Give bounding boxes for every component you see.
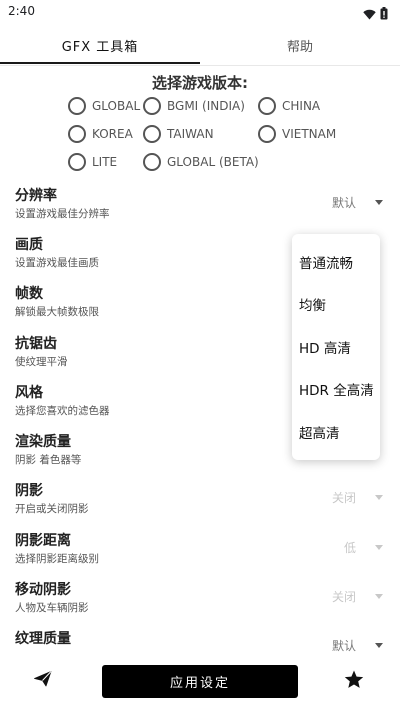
setting-desc: 人物及车辆阴影: [15, 602, 89, 614]
radio-label: CHINA: [282, 99, 321, 113]
radio-korea[interactable]: KOREA: [68, 123, 133, 145]
radio-circle: [68, 153, 86, 171]
setting-desc: 选择您喜欢的滤色器: [15, 405, 110, 417]
setting-value: 默认: [331, 639, 356, 653]
radio-label: KOREA: [92, 127, 133, 141]
status-time: 2:40: [8, 4, 35, 18]
setting-desc: 解锁最大帧数极限: [15, 306, 99, 318]
setting-desc: 阴影 着色器等: [15, 454, 82, 466]
tab-bar: GFX 工具箱 帮助: [0, 26, 400, 66]
setting-value: 默认: [331, 196, 356, 210]
status-bar: 2:40: [0, 0, 400, 24]
radio-lite[interactable]: LITE: [68, 151, 117, 173]
setting-resolution[interactable]: 分辨率 设置游戏最佳分辨率 默认: [0, 185, 400, 233]
setting-desc: 设置游戏最佳画质: [15, 257, 99, 269]
setting-desc: 设置游戏最佳分辨率: [15, 208, 110, 220]
radio-global[interactable]: GLOBAL: [68, 95, 140, 117]
radio-label: LITE: [92, 155, 118, 169]
radio-label: GLOBAL (BETA): [167, 155, 259, 169]
battery-icon: [380, 5, 388, 24]
status-icons: [363, 5, 388, 24]
radio-label: VIETNAM: [282, 127, 337, 141]
setting-shadow-distance[interactable]: 阴影距离 选择阴影距离级别 低: [0, 530, 400, 578]
quality-dropdown-menu: 普通流畅 均衡 HD 高清 HDR 全高清 超高清: [292, 234, 380, 460]
version-title: 选择游戏版本:: [152, 74, 248, 92]
dropdown-arrow-icon: [375, 545, 383, 550]
tab-gfx-tool[interactable]: GFX 工具箱: [0, 26, 200, 64]
radio-circle: [143, 97, 161, 115]
radio-bgmi-india[interactable]: BGMI (INDIA): [143, 95, 245, 117]
setting-title: 阴影距离: [15, 533, 71, 549]
bottom-bar: 应用设定: [0, 656, 400, 711]
dropdown-item-ultra-hd[interactable]: 超高清: [299, 411, 340, 453]
radio-global-beta[interactable]: GLOBAL (BETA): [143, 151, 259, 173]
setting-value: 关闭: [331, 491, 356, 505]
radio-circle: [143, 125, 161, 143]
radio-label: BGMI (INDIA): [167, 99, 245, 113]
radio-circle: [258, 125, 276, 143]
radio-taiwan[interactable]: TAIWAN: [143, 123, 214, 145]
setting-title: 分辨率: [15, 188, 57, 204]
radio-label: GLOBAL: [92, 99, 141, 113]
setting-title: 阴影: [15, 483, 43, 499]
wifi-icon: [363, 5, 376, 24]
setting-title: 抗锯齿: [15, 336, 57, 352]
setting-title: 帧数: [15, 286, 43, 302]
apply-settings-button[interactable]: 应用设定: [102, 665, 298, 698]
tab-active-indicator: [0, 62, 200, 64]
dropdown-arrow-icon[interactable]: [375, 200, 383, 205]
setting-shadow[interactable]: 阴影 开启或关闭阴影 关闭: [0, 480, 400, 528]
radio-circle: [258, 97, 276, 115]
radio-label: TAIWAN: [167, 127, 214, 141]
dropdown-arrow-icon: [375, 594, 383, 599]
setting-title: 渲染质量: [15, 434, 71, 450]
setting-value: 关闭: [331, 590, 356, 604]
radio-circle: [68, 97, 86, 115]
send-icon[interactable]: [34, 671, 52, 691]
setting-moving-shadow[interactable]: 移动阴影 人物及车辆阴影 关闭: [0, 579, 400, 627]
radio-vietnam[interactable]: VIETNAM: [258, 123, 336, 145]
dropdown-item-hdr[interactable]: HDR 全高清: [299, 368, 374, 410]
radio-china[interactable]: CHINA: [258, 95, 320, 117]
star-icon[interactable]: [344, 670, 364, 693]
setting-title: 纹理质量: [15, 631, 71, 647]
setting-desc: 使纹理平滑: [15, 356, 68, 368]
dropdown-item-hd[interactable]: HD 高清: [299, 326, 351, 368]
tab-help[interactable]: 帮助: [200, 26, 400, 64]
setting-title: 移动阴影: [15, 582, 71, 598]
dropdown-arrow-icon[interactable]: [375, 643, 383, 648]
setting-desc: 选择阴影距离级别: [15, 553, 99, 565]
radio-circle: [68, 125, 86, 143]
setting-title: 画质: [15, 237, 43, 253]
dropdown-arrow-icon: [375, 495, 383, 500]
setting-value: 低: [343, 541, 356, 555]
dropdown-item-balanced[interactable]: 均衡: [299, 283, 326, 325]
setting-desc: 开启或关闭阴影: [15, 503, 89, 515]
dropdown-item-smooth[interactable]: 普通流畅: [299, 241, 353, 283]
radio-circle: [143, 153, 161, 171]
setting-title: 风格: [15, 385, 43, 401]
